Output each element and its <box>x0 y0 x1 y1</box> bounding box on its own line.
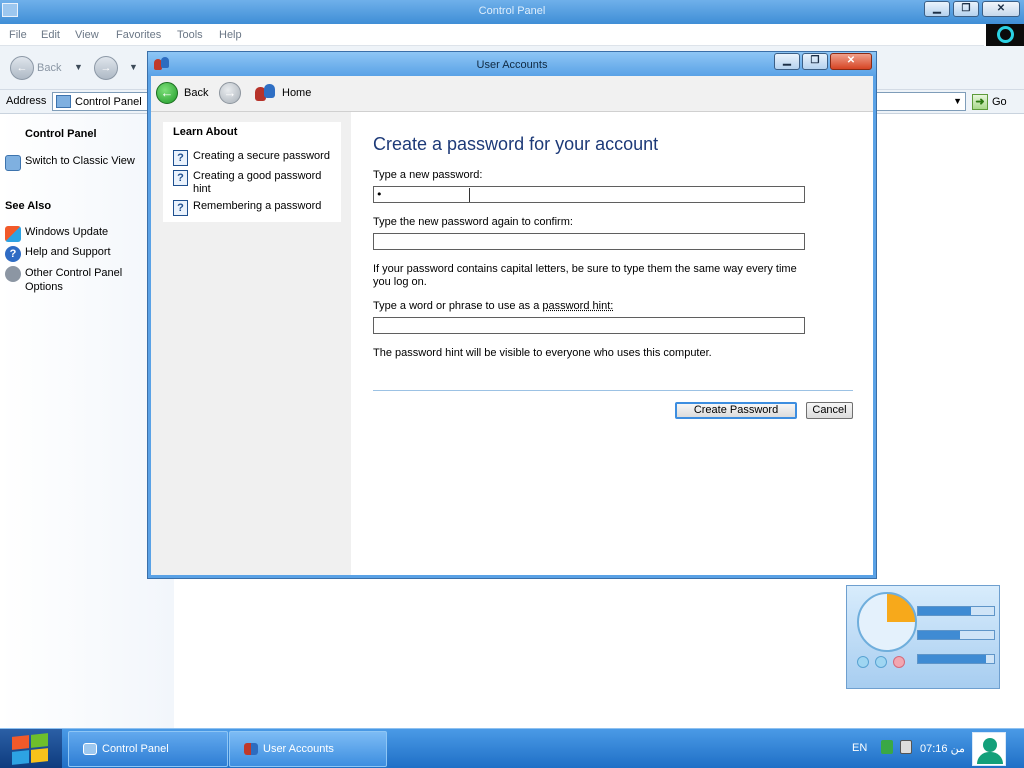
password-hint-label: Type a word or phrase to use as a passwo… <box>373 300 614 312</box>
new-password-label: Type a new password: <box>373 169 483 181</box>
back-button[interactable]: Back <box>184 87 208 99</box>
go-arrow-icon: ➜ <box>972 93 988 110</box>
cancel-button[interactable]: Cancel <box>806 402 853 419</box>
dialog-body: Learn About ? Creating a secure password… <box>151 112 873 575</box>
go-button[interactable]: ➜ Go <box>972 92 1007 111</box>
users-icon <box>244 743 258 755</box>
language-indicator[interactable]: EN <box>852 742 867 754</box>
safely-remove-hardware-icon[interactable] <box>900 740 912 754</box>
windows-logo-throbber <box>986 24 1024 46</box>
pie-chart-icon <box>857 592 917 652</box>
back-arrow-icon[interactable]: ← <box>10 56 34 80</box>
forward-dropdown-icon[interactable]: ▼ <box>129 62 138 72</box>
home-button[interactable]: Home <box>282 87 311 99</box>
forward-arrow-icon[interactable]: → <box>94 56 118 80</box>
address-value: Control Panel <box>75 96 142 108</box>
clock[interactable]: 07:16 من <box>920 742 965 755</box>
forward-arrow-icon[interactable]: → <box>219 82 241 104</box>
task-pane: Learn About ? Creating a secure password… <box>151 112 351 575</box>
maximize-button[interactable]: ❐ <box>953 1 979 17</box>
confirm-password-label: Type the new password again to confirm: <box>373 216 573 228</box>
menu-tools[interactable]: Tools <box>177 29 203 41</box>
page-title: Create a password for your account <box>373 134 659 154</box>
taskbar-button-user-accounts[interactable]: User Accounts <box>229 731 387 767</box>
switch-classic-view-link[interactable]: Switch to Classic View <box>5 155 135 171</box>
control-panel-illustration <box>846 585 1000 689</box>
illustration-dot <box>857 656 869 668</box>
dialog-navigation-bar: ← Back → Home <box>151 76 873 112</box>
classic-view-icon <box>5 155 21 171</box>
help-icon: ? <box>5 246 21 262</box>
learn-item-remembering-password[interactable]: ? Remembering a password <box>173 200 333 216</box>
illustration-dot <box>875 656 887 668</box>
minimize-button[interactable]: ▁ <box>774 53 800 70</box>
new-password-field[interactable]: • <box>373 186 805 203</box>
help-topic-icon: ? <box>173 170 188 186</box>
menu-bar: File Edit View Favorites Tools Help <box>0 24 984 46</box>
menu-file[interactable]: File <box>9 29 27 41</box>
chevron-down-icon[interactable]: ▼ <box>953 96 962 106</box>
help-topic-icon: ? <box>173 200 188 216</box>
menu-edit[interactable]: Edit <box>41 29 60 41</box>
learn-about-heading: Learn About <box>173 126 238 138</box>
help-and-support-link[interactable]: ? Help and Support <box>5 246 111 262</box>
gear-icon <box>5 266 21 282</box>
other-options-link[interactable]: Other Control Panel Options <box>5 266 155 294</box>
windows-update-icon <box>5 226 21 242</box>
menu-favorites[interactable]: Favorites <box>116 29 161 41</box>
password-hint-field[interactable] <box>373 317 805 334</box>
control-panel-window-title: Control Panel <box>478 5 546 17</box>
illustration-bar <box>917 630 995 640</box>
close-button[interactable]: ✕ <box>982 1 1020 17</box>
password-hint-link[interactable]: password hint: <box>542 300 613 312</box>
divider <box>373 390 853 391</box>
back-label[interactable]: Back <box>37 62 61 74</box>
taskbar: Control Panel User Accounts EN 07:16 من <box>0 728 1024 768</box>
start-button[interactable] <box>0 729 62 768</box>
taskbar-button-control-panel[interactable]: Control Panel <box>68 731 228 767</box>
help-topic-icon: ? <box>173 150 188 166</box>
text-cursor-icon <box>469 188 471 202</box>
user-accounts-title-bar[interactable]: User Accounts ▁ ❐ ✕ <box>148 52 876 76</box>
illustration-bar <box>917 606 995 616</box>
network-icon[interactable] <box>881 740 893 754</box>
user-accounts-window: User Accounts ▁ ❐ ✕ ← Back → Home Learn … <box>147 51 877 579</box>
maximize-button[interactable]: ❐ <box>802 53 828 70</box>
minimize-button[interactable]: ▁ <box>924 1 950 17</box>
illustration-dot <box>893 656 905 668</box>
control-panel-title-bar[interactable]: Control Panel ▁ ❐ ✕ <box>0 0 1024 24</box>
learn-about-box: Learn About ? Creating a secure password… <box>163 122 341 222</box>
address-label: Address <box>6 95 47 107</box>
windows-flag-icon <box>12 733 48 765</box>
confirm-password-field[interactable] <box>373 233 805 250</box>
users-icon <box>255 84 277 102</box>
windows-update-link[interactable]: Windows Update <box>5 226 108 242</box>
back-arrow-icon[interactable]: ← <box>156 82 178 104</box>
back-dropdown-icon[interactable]: ▼ <box>74 62 83 72</box>
control-panel-icon <box>56 95 71 108</box>
go-label: Go <box>992 95 1007 108</box>
learn-item-password-hint[interactable]: ? Creating a good password hint <box>173 170 328 196</box>
create-password-button[interactable]: Create Password <box>675 402 797 419</box>
see-also-heading: See Also <box>5 200 52 212</box>
hint-visibility-note: The password hint will be visible to eve… <box>373 347 712 359</box>
capital-letters-note: If your password contains capital letter… <box>373 263 797 288</box>
user-accounts-window-title: User Accounts <box>476 59 548 71</box>
menu-help[interactable]: Help <box>219 29 242 41</box>
user-tile-avatar[interactable] <box>972 732 1006 766</box>
control-panel-icon <box>83 743 97 755</box>
close-button[interactable]: ✕ <box>830 53 872 70</box>
illustration-bar <box>917 654 995 664</box>
menu-view[interactable]: View <box>75 29 99 41</box>
learn-item-secure-password[interactable]: ? Creating a secure password <box>173 150 333 166</box>
sidebar-title: Control Panel <box>25 128 97 140</box>
